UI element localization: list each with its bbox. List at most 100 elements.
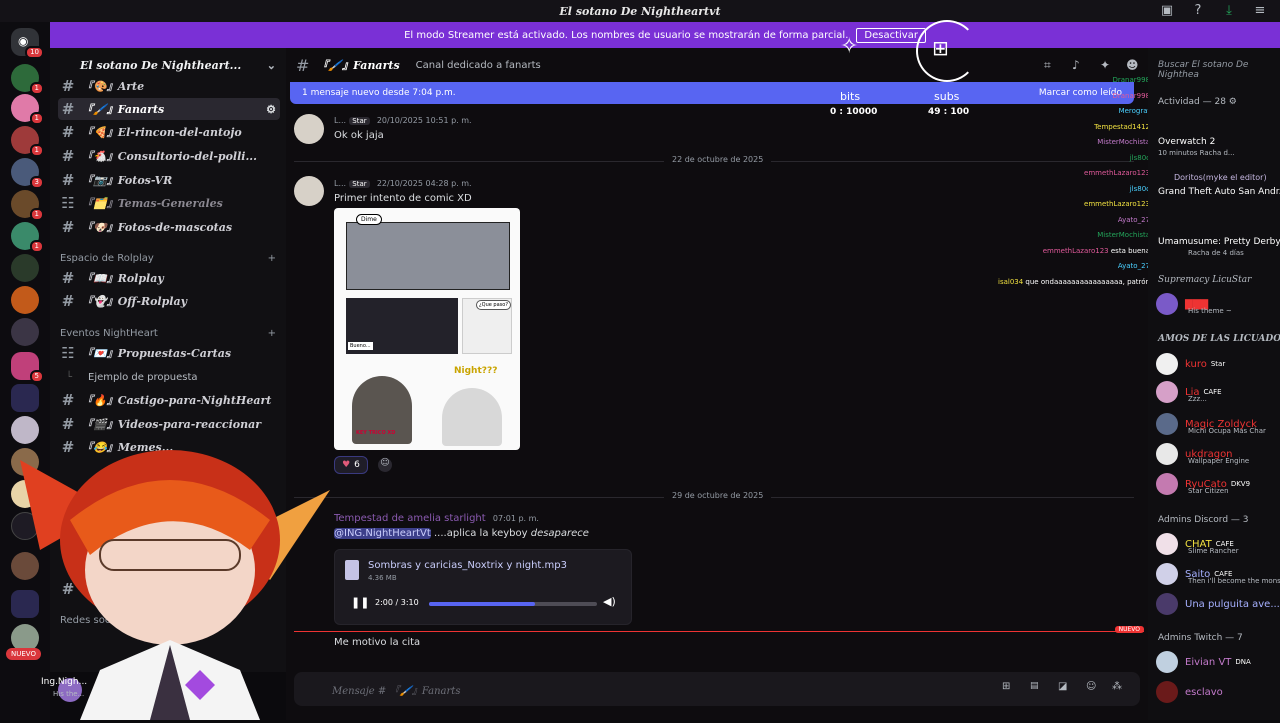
member-item[interactable]: Magic Zoldyck Michi Ocupa Mas Char [1156,412,1280,436]
new-messages-bar[interactable]: 1 mensaje nuevo desde 7:04 p.m. Marcar c… [290,82,1134,104]
bell-icon[interactable]: ♪ [1072,58,1080,72]
search-input[interactable]: Buscar El sotano De Nighthea [1158,60,1280,80]
menu-icon[interactable]: ≡ [1252,3,1268,19]
comic-caption: Night??? [454,366,498,376]
server-icon[interactable]: 1 [11,190,44,221]
server-icon[interactable]: 1 [11,94,44,125]
avatar[interactable] [294,114,324,144]
avatar [1156,593,1178,615]
thread-line: └ [66,371,73,383]
download-icon[interactable]: ⤓ [1221,3,1237,19]
stream-chat-overlay: Dranar998 Dranar998 Merograf Tempestad1412 M… [998,76,1150,316]
file-name[interactable]: Sombras y caricias_Noxtrix y night.mp3 [368,560,567,571]
folder-icon[interactable] [11,384,39,412]
message-author[interactable]: L... [334,179,346,188]
message-header: L... Star 20/10/2025 10:51 p. m. [334,115,472,126]
pause-icon[interactable]: ❚❚ [351,596,369,609]
add-reaction-icon[interactable]: ☺ [378,458,392,472]
threads-icon[interactable]: ⌗ [1044,58,1051,73]
comic-figure [442,388,502,446]
comic-image[interactable]: Dime ¿Que paso? Bueno... Night??? KEY TR… [334,208,520,450]
channel-fanarts[interactable]: # 『🖌️』Fanarts ⚙ [58,98,280,120]
chat-username: Merograf [1118,107,1150,115]
server-icon[interactable] [11,318,39,346]
plus-icon[interactable]: + [268,328,276,339]
unread-badge: 1 [29,82,44,95]
server-icon[interactable]: 1 [11,64,44,95]
help-icon[interactable]: ? [1190,3,1206,19]
member-item[interactable]: Saito CAFE Then i'll become the mons [1156,562,1280,586]
member-item[interactable]: Lia CAFE Zzz... [1156,380,1280,404]
hashtag-icon: # [61,269,75,287]
unread-badge: 1 [29,112,44,125]
channel-fotos-vr[interactable]: # 『📷』Fotos-VR [58,169,280,191]
mention[interactable]: @ING.NightHeartVt [334,528,431,539]
member-status: Michi Ocupa Mas Char [1188,427,1266,435]
members-icon[interactable]: ☻ [1126,58,1139,72]
server-icon[interactable] [11,286,39,314]
hashtag-icon: # [61,218,75,236]
member-item[interactable]: ▇▇▇ His theme ~ [1156,292,1280,316]
chat-line: jls80c [1130,154,1150,162]
avatar [1156,473,1178,495]
sparkle-icon: ✧ [840,34,859,59]
sticker-icon[interactable]: ◪ [1058,681,1067,692]
unread-badge: 3 [29,176,44,189]
channel-propuestas-cartas[interactable]: ☷ 『💌』Propuestas-Cartas [58,342,280,364]
chat-username: MisterMochista [1097,231,1150,239]
gift-icon[interactable]: ⊞ [1002,681,1010,692]
channel-consultorio[interactable]: # 『🐔』Consultorio-del-polli... [58,145,280,167]
volume-icon[interactable]: ◀) [603,595,616,608]
member-item[interactable]: Eivian VT DNA [1156,650,1280,674]
emoji-icon[interactable]: ☺ [1086,681,1096,692]
chat-username: isal034 [998,277,1024,286]
channel-castigo[interactable]: # 『🔥』Castigo-para-NightHeart [58,389,280,411]
channel-rolplay[interactable]: # 『📖』Rolplay [58,267,280,289]
chat-line: jls80c [1130,185,1150,193]
member-item[interactable]: kuro Star [1156,352,1280,376]
chat-username: Dranar998 [1112,91,1150,100]
message-composer[interactable]: Mensaje # 『🖌️』Fanarts ⊞ ▤ ◪ ☺ ⁂ [294,672,1140,706]
channel-temas-generales[interactable]: ☷ 『🗂️』Temas-Generales [58,192,280,214]
pin-icon[interactable]: ✦ [1100,58,1110,72]
channel-arte[interactable]: # 『🎨』Arte [58,75,280,97]
gear-icon[interactable]: ⚙ [266,103,276,116]
chat-line: Dranar998 [1112,76,1150,84]
member-item[interactable]: ukdragon Wallpaper Engine [1156,442,1280,466]
server-icon[interactable] [11,254,39,282]
deactivate-streamer-button[interactable]: Desactivar [856,27,926,43]
channel-header: # 『🖌️』Fanarts Canal dedicado a fanarts ⌗… [286,48,1148,82]
speech-bubble: Dime [356,214,382,225]
avatar[interactable] [294,176,324,206]
member-name: Eivian VT [1185,656,1232,668]
member-name: kuro [1185,358,1207,370]
gear-icon[interactable]: ⚙ [1229,97,1237,107]
inbox-icon[interactable]: ▣ [1159,3,1175,19]
activity-user[interactable]: Doritos(myke el editor) [1174,173,1267,182]
member-item[interactable]: CHAT CAFE Slime Rancher [1156,532,1280,556]
member-item[interactable]: Una pulguita ave... [1156,592,1280,616]
plus-icon[interactable]: + [268,253,276,264]
server-icon[interactable]: 1 [11,126,44,157]
channel-fotos-mascotas[interactable]: # 『🐶』Fotos-de-mascotas [58,216,280,238]
server-icon[interactable]: 3 [11,158,44,189]
hashtag-icon: # [61,292,75,310]
gif-icon[interactable]: ▤ [1030,681,1039,691]
member-item[interactable]: esclavo [1156,680,1280,704]
apps-icon[interactable]: ⁂ [1112,681,1122,692]
member-item[interactable]: RyuCato DKV9 Star Citizen [1156,472,1280,496]
channel-rincon-antojo[interactable]: # 『🍕』El-rincon-del-antojo [58,121,280,143]
direct-messages-button[interactable]: ◉ 10 [11,28,44,59]
thread-ejemplo-propuesta[interactable]: └ Ejemplo de propuesta [58,366,280,388]
category-eventos[interactable]: Eventos NightHeart + [60,328,276,339]
category-rolplay[interactable]: Espacio de Rolplay + [60,253,276,264]
channel-description: Canal dedicado a fanarts [415,59,541,71]
server-icon-active[interactable]: 5 [11,352,44,383]
audio-progress-track[interactable] [429,602,597,606]
avatar [1156,413,1178,435]
server-icon[interactable]: 1 [11,222,44,253]
timestamp: 20/10/2025 10:51 p. m. [376,116,472,125]
message-author[interactable]: Tempestad de amelia starlight [334,513,486,524]
message-author[interactable]: L... [334,116,346,125]
channel-off-rolplay[interactable]: # 『👻』Off-Rolplay [58,290,280,312]
